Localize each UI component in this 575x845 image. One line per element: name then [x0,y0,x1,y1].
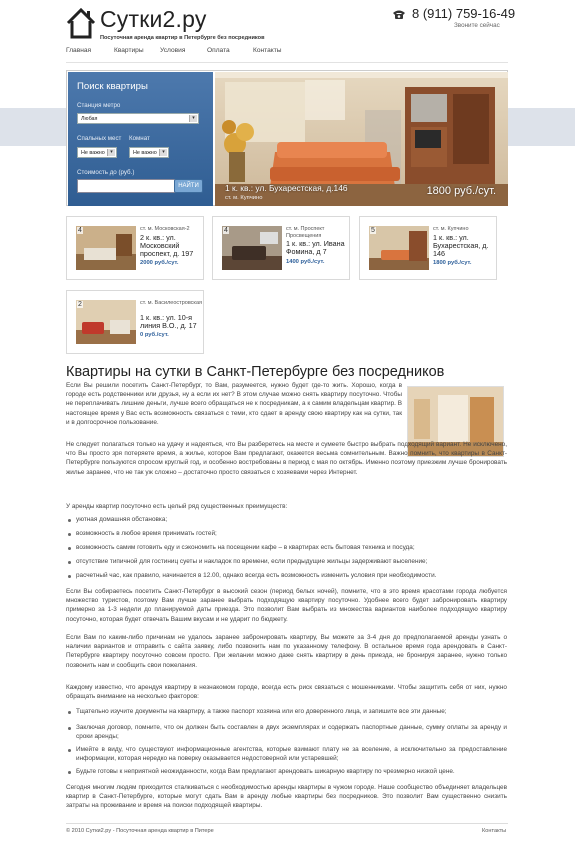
listing-photo[interactable]: 4 [76,226,136,270]
house-logo-icon [66,7,96,39]
nav-item-terms[interactable]: Условия [160,47,185,54]
bullet-icon [68,711,71,714]
sleeping-places-label: Спальных мест [77,135,122,142]
listing-price: 1400 руб./сут. [286,259,325,265]
rooms-label: Комнат [129,135,150,142]
listing-photo-count: 5 [370,227,376,234]
metro-label: Станция метро [77,102,121,109]
listing-metro: ст. м. Василеостровская [140,300,202,306]
listing-card[interactable]: 4 ст. м. Проспект Просвещения 1 к. кв.: … [212,216,350,280]
listing-address[interactable]: 1 к. кв.: ул. Ивана Фомина, д 7 [286,240,348,256]
nav-item-contacts[interactable]: Контакты [253,47,281,54]
living-room-thumb-image [369,226,429,270]
bullet-icon [68,561,71,564]
article-paragraph: Каждому известно, что арендуя квартиру в… [66,684,507,701]
living-room-thumb-image [76,300,136,344]
rooms-value: Не важно [133,150,157,156]
listing-metro: ст. м. Московская-2 [140,226,190,232]
article-paragraph: Сегодня многим людям приходится сталкива… [66,784,507,810]
nav-item-home[interactable]: Главная [66,47,91,54]
find-button[interactable]: НАЙТИ [174,179,203,193]
listing-price: 0 руб./сут. [140,332,169,338]
logo-subtitle: Посуточная аренда квартир в Петербурге б… [100,35,265,41]
listing-card[interactable]: 4 ст. м. Московская-2 2 к. кв.: ул. Моск… [66,216,204,280]
featured-apartment-photo[interactable]: 1 к. кв.: ул. Бухарестская, д.146 ст. м.… [215,72,508,206]
chevron-down-icon: ▾ [159,149,167,156]
bullet-icon [68,547,71,550]
callback-label: Звоните сейчас [454,22,500,29]
listing-address[interactable]: 2 к. кв.: ул. Московский проспект, д. 19… [140,234,202,258]
cost-label: Стоимость до (руб.) [77,169,135,176]
listing-photo[interactable]: 2 [76,300,136,344]
listing-photo-count: 4 [223,227,229,234]
logo-title: Сутки2.ру [100,6,207,32]
list-item: отсутствие типичной для гостиниц суеты и… [76,558,428,565]
nav-item-payment[interactable]: Оплата [207,47,230,54]
nav-item-apartments[interactable]: Квартиры [114,47,144,54]
bullet-icon [68,575,71,578]
list-item: расчетный час, как правило, начинается в… [76,572,437,579]
listing-metro: ст. м. Проспект Просвещения [286,226,325,239]
rooms-select[interactable]: Не важно ▾ [129,147,169,158]
bullet-icon [68,727,71,730]
listing-card[interactable]: 5 ст. м. Купчино 1 к. кв.: ул. Бухарестс… [359,216,497,280]
bullet-icon [68,519,71,522]
article-paragraph: У аренды квартир посуточно есть целый ря… [66,503,288,510]
sleeping-places-value: Не важно [81,150,105,156]
phone-icon [393,10,405,19]
listing-address[interactable]: 1 к. кв.: ул. 10-я линия В.О., д. 17 [140,314,202,330]
footer-copyright: © 2010 Сутки2.ру - Посуточная аренда ква… [66,828,214,834]
listing-photo-count: 2 [77,301,83,308]
list-item: Имейте в виду, что существуют информацио… [76,746,507,763]
list-item: уютная домашняя обстановка; [76,516,168,523]
chevron-down-icon: ▾ [189,115,197,122]
listing-price: 2000 руб./сут. [140,260,179,266]
search-panel: Поиск квартиры Станция метро Любая ▾ Спа… [68,72,213,206]
list-item: Будьте готовы к неприятной неожиданности… [76,768,455,775]
list-item: возможность самим готовить еду и сэконом… [76,544,415,551]
listing-price: 1800 руб./сут. [433,260,472,266]
bedroom-image [76,226,136,270]
featured-caption[interactable]: 1 к. кв.: ул. Бухарестская, д.146 [225,183,348,193]
article-paragraph: Не следует полагаться только на удачу и … [66,441,507,476]
living-room-thumb-image [222,226,282,270]
phone-number[interactable]: 8 (911) 759-16-49 [412,6,515,21]
listing-photo[interactable]: 5 [369,226,429,270]
featured-price: 1800 руб./сут. [426,185,496,197]
logo[interactable]: Сутки2.ру Посуточная аренда квартир в Пе… [66,5,276,43]
nav-divider [66,62,508,63]
search-title: Поиск квартиры [77,81,148,92]
listing-metro: ст. м. Купчино [433,226,469,232]
listing-photo[interactable]: 4 [222,226,282,270]
footer-divider [66,823,508,824]
cost-input[interactable] [77,179,182,193]
sleeping-places-select[interactable]: Не важно ▾ [77,147,117,158]
article-paragraph: Если Вы собираетесь посетить Санкт-Петер… [66,588,507,623]
article-title: Квартиры на сутки в Санкт-Петербурге без… [66,364,445,380]
footer-contacts-link[interactable]: Контакты [482,828,506,834]
metro-select-value: Любая [81,116,98,122]
listing-address[interactable]: 1 к. кв.: ул. Бухарестская, д. 146 [433,234,495,258]
bullet-icon [68,749,71,752]
article-paragraph: Если Вам по каким-либо причинам не удало… [66,634,507,669]
chevron-down-icon: ▾ [107,149,115,156]
listing-photo-count: 4 [77,227,83,234]
list-item: возможность в любое время принимать гост… [76,530,217,537]
bullet-icon [68,771,71,774]
featured-metro: ст. м. Купчино [225,195,263,201]
hero-block: Поиск квартиры Станция метро Любая ▾ Спа… [66,70,508,206]
article-paragraph: Если Вы решили посетить Санкт-Петербург,… [66,382,402,426]
list-item: Заключая договор, помните, что он должен… [76,724,507,741]
bullet-icon [68,533,71,536]
listing-card[interactable]: 2 ст. м. Василеостровская 1 к. кв.: ул. … [66,290,204,354]
list-item: Тщательно изучите документы на квартиру,… [76,708,447,715]
metro-select[interactable]: Любая ▾ [77,113,199,124]
